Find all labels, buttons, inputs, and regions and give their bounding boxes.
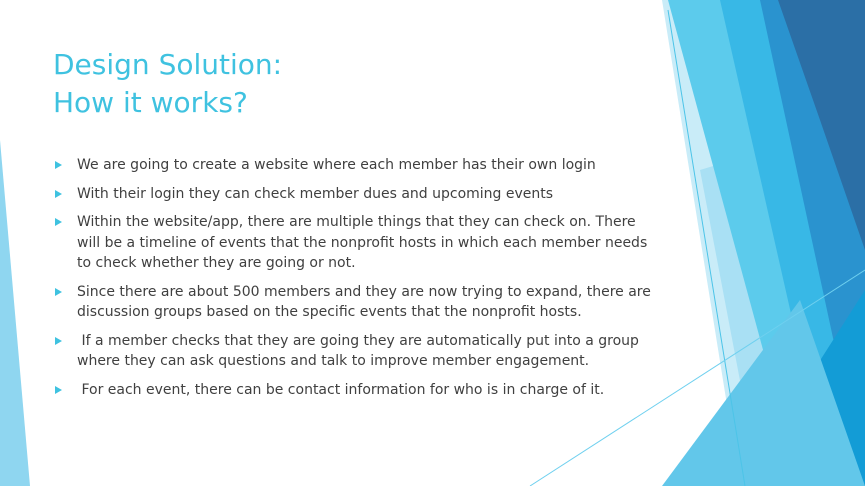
bullet-item: Since there are about 500 members and th… (53, 282, 663, 323)
slide: Design Solution: How it works? We are go… (0, 0, 865, 486)
slide-title: Design Solution: How it works? (53, 46, 282, 122)
bullet-item: For each event, there can be contact inf… (53, 380, 663, 401)
bullet-item: Within the website/app, there are multip… (53, 212, 663, 274)
bullet-text: If a member checks that they are going t… (77, 332, 644, 370)
triangle-bullet-icon (55, 385, 62, 394)
triangle-bullet-icon (55, 287, 62, 296)
bullet-text: We are going to create a website where e… (77, 157, 596, 173)
left-edge-shape (0, 140, 30, 486)
bullet-item: With their login they can check member d… (53, 184, 663, 205)
bullet-list: We are going to create a website where e… (53, 155, 663, 408)
bullet-text: For each event, there can be contact inf… (77, 381, 605, 398)
bullet-text: Within the website/app, there are multip… (77, 214, 652, 271)
triangle-bullet-icon (55, 189, 62, 198)
triangle-bullet-icon (55, 218, 62, 226)
bullet-text: Since there are about 500 members and th… (77, 283, 656, 321)
triangle-bullet-icon (55, 161, 62, 169)
slide-title-line-2: How it works? (53, 86, 248, 119)
bullet-item: We are going to create a website where e… (53, 155, 663, 176)
slide-title-line-1: Design Solution: (53, 48, 283, 81)
triangle-bullet-icon (55, 336, 62, 345)
bullet-text: With their login they can check member d… (77, 185, 554, 202)
bullet-item: If a member checks that they are going t… (53, 331, 663, 372)
